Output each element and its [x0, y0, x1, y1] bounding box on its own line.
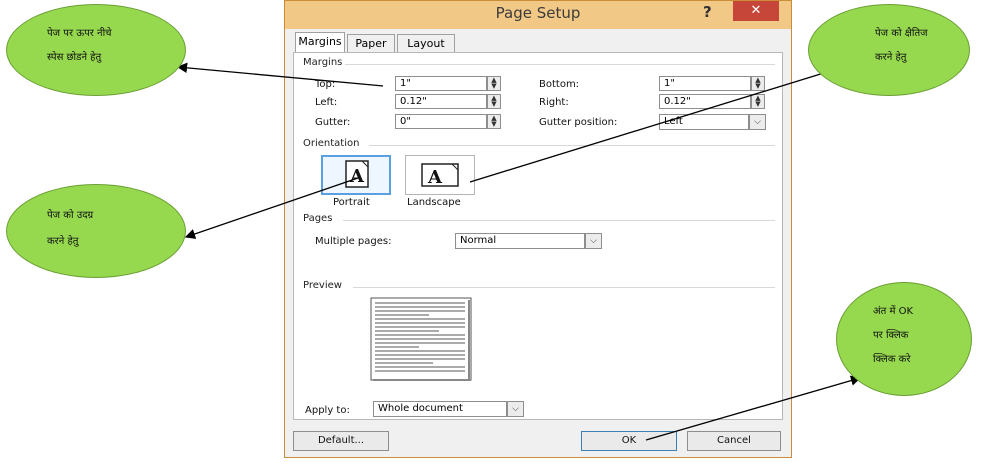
callout-text: पेज को उदग्र: [47, 210, 94, 221]
arrow-landscape: [469, 57, 868, 183]
callout-text: क्लिक करे: [873, 354, 911, 365]
callout-margins: पेज पर ऊपर नीचे स्पेस छोडने हेतु: [6, 4, 186, 96]
callout-portrait: पेज को उदग्र करने हेतु: [6, 184, 186, 278]
callout-text: पर क्लिक: [873, 330, 909, 341]
arrow-ok: [645, 375, 862, 441]
callout-text: स्पेस छोडने हेतु: [47, 52, 102, 63]
arrow-margins: [176, 62, 384, 87]
callout-text: करने हेतु: [47, 236, 79, 247]
callout-text: पेज पर ऊपर नीचे: [47, 28, 112, 39]
callout-landscape: पेज को क्षैतिज करने हेतु: [808, 4, 970, 96]
callout-ok: अंत में OK पर क्लिक क्लिक करे: [836, 282, 972, 396]
callout-text: अंत में OK: [873, 306, 914, 317]
callout-text: पेज को क्षैतिज: [875, 28, 928, 39]
arrow-portrait: [184, 177, 359, 239]
callout-text: करने हेतु: [875, 52, 907, 63]
